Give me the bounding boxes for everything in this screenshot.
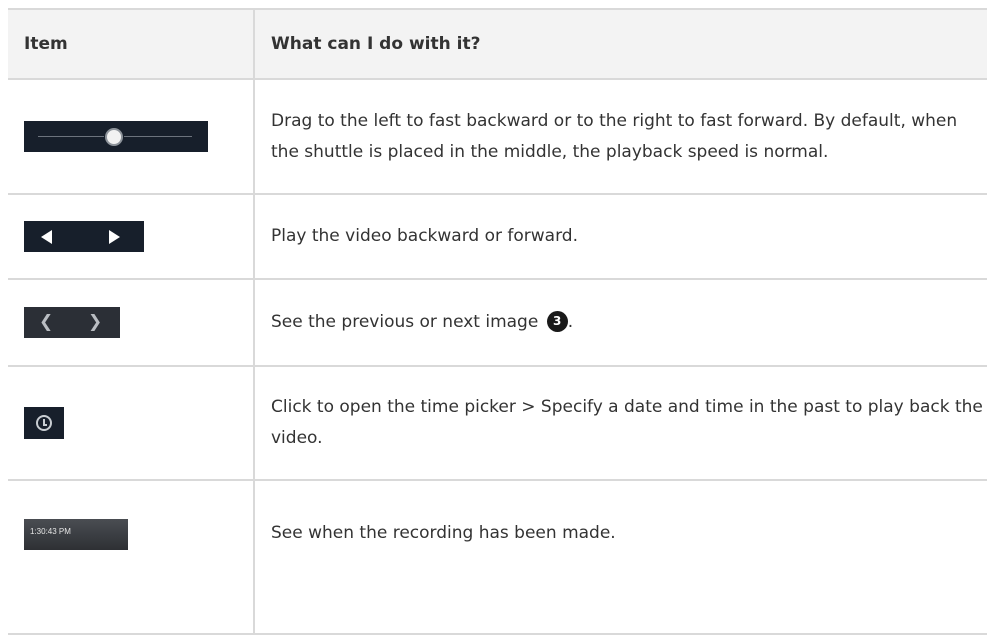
item-cell — [8, 365, 255, 481]
play-backward-icon[interactable] — [41, 230, 52, 244]
items-table: Item What can I do with it? Drag to the … — [8, 8, 987, 635]
previous-next-image-buttons: ❮ ❯ — [24, 307, 120, 338]
shuttle-track-left — [38, 136, 104, 137]
column-header-item: Item — [8, 8, 255, 80]
description-text: See when the recording has been made. — [271, 523, 616, 543]
description-cell: See when the recording has been made. — [253, 479, 987, 635]
item-cell: 1:30:43 PM — [8, 479, 255, 635]
table-header-row: Item What can I do with it? — [8, 8, 987, 80]
table-row: 1:30:43 PM See when the recording has be… — [8, 479, 987, 635]
callout-number-badge: 3 — [546, 311, 568, 332]
description-cell: Drag to the left to fast backward or to … — [253, 78, 987, 195]
recording-time-text: 1:30:43 PM — [30, 527, 71, 536]
description-text: See the previous or next image — [271, 312, 539, 332]
shuttle-knob[interactable] — [105, 128, 123, 146]
clock-hand-minute — [43, 424, 47, 426]
chevron-left-icon[interactable]: ❮ — [39, 312, 53, 332]
description-cell: See the previous or next image 3. — [253, 278, 987, 367]
column-header-description: What can I do with it? — [253, 8, 987, 80]
description-cell: Click to open the time picker > Specify … — [253, 365, 987, 481]
item-cell — [8, 78, 255, 195]
shuttle-track-right — [124, 136, 192, 137]
table-row: Click to open the time picker > Specify … — [8, 365, 987, 481]
description-cell: Play the video backward or forward. — [253, 193, 987, 280]
time-picker-button[interactable] — [24, 407, 64, 439]
table-row: Play the video backward or forward. — [8, 193, 987, 280]
play-backward-forward-buttons — [24, 221, 144, 252]
chevron-right-icon[interactable]: ❯ — [88, 312, 102, 332]
table-row: ❮ ❯ See the previous or next image 3. — [8, 278, 987, 367]
item-cell — [8, 193, 255, 280]
recording-time-display: 1:30:43 PM — [24, 519, 128, 550]
playback-speed-shuttle[interactable] — [24, 121, 208, 152]
play-forward-icon[interactable] — [109, 230, 120, 244]
table-row: Drag to the left to fast backward or to … — [8, 78, 987, 195]
description-suffix: . — [567, 312, 574, 332]
item-cell: ❮ ❯ — [8, 278, 255, 367]
